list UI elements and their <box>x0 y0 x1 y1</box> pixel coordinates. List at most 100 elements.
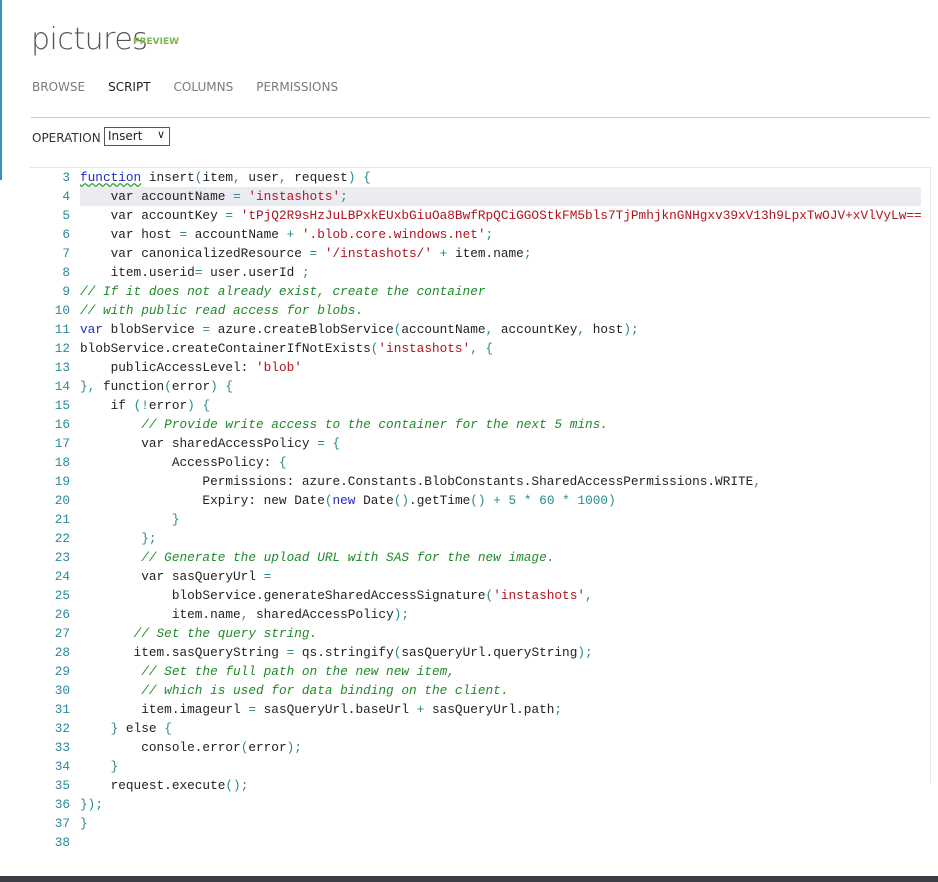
line-number: 16 <box>54 417 70 432</box>
code-text: var accountName = 'instashots'; <box>80 187 921 206</box>
code-text: var sharedAccessPolicy = { <box>80 436 341 451</box>
left-accent-bar <box>0 0 2 180</box>
code-text: // Set the full path on the new new item… <box>141 664 455 679</box>
code-text: } else { <box>110 721 172 736</box>
code-line[interactable]: 21 } <box>30 510 930 529</box>
tab-browse[interactable]: BROWSE <box>32 80 85 94</box>
code-line[interactable]: 12 blobService.createContainerIfNotExists… <box>30 339 930 358</box>
code-text: // Generate the upload URL with SAS for … <box>141 550 555 565</box>
code-line[interactable]: 19 Permissions: azure.Constants.BlobCons… <box>30 472 930 491</box>
code-line[interactable]: 34 } <box>30 757 930 776</box>
line-number: 21 <box>54 512 70 527</box>
code-line[interactable]: 33 console.error(error); <box>30 738 930 757</box>
code-text: item.name, sharedAccessPolicy); <box>80 607 410 622</box>
code-line[interactable]: 20 Expiry: new Date(new Date().getTime()… <box>30 491 930 510</box>
code-text: // If it does not already exist, create … <box>80 284 486 299</box>
line-number: 6 <box>62 227 70 242</box>
code-line[interactable]: 11 var blobService = azure.createBlobServ… <box>30 320 930 339</box>
code-text: item.sasQueryString = qs.stringify(sasQu… <box>80 645 593 660</box>
code-line[interactable]: 5 var accountKey = 'tPjQ2R9sHzJuLBPxkEUx… <box>30 206 930 225</box>
operation-label: OPERATION <box>32 131 101 145</box>
code-line[interactable]: 6 var host = accountName + '.blob.core.w… <box>30 225 930 244</box>
code-text: blobService.createContainerIfNotExists('… <box>80 341 494 356</box>
code-line[interactable]: 32 } else { <box>30 719 930 738</box>
code-line[interactable]: 36}); <box>30 795 930 814</box>
line-number: 31 <box>54 702 70 717</box>
code-line[interactable]: 37} <box>30 814 930 833</box>
preview-badge: PREVIEW <box>133 37 180 47</box>
code-line[interactable]: 7 var canonicalizedResource = '/instasho… <box>30 244 930 263</box>
operation-selected-value: Insert <box>108 129 143 143</box>
code-line[interactable]: 8 item.userid= user.userId ; <box>30 263 930 282</box>
code-text: request.execute(); <box>80 778 249 793</box>
code-line[interactable]: 31 item.imageurl = sasQueryUrl.baseUrl +… <box>30 700 930 719</box>
code-line[interactable]: 38 <box>30 833 930 852</box>
line-number: 13 <box>54 360 70 375</box>
line-number: 9 <box>62 284 70 299</box>
code-text: var blobService = azure.createBlobServic… <box>80 322 639 337</box>
code-line[interactable]: 35 request.execute(); <box>30 776 930 795</box>
line-number: 27 <box>54 626 70 641</box>
code-text: AccessPolicy: { <box>80 455 287 470</box>
tab-script[interactable]: SCRIPT <box>108 80 150 94</box>
code-text: var host = accountName + '.blob.core.win… <box>80 227 494 242</box>
code-line[interactable]: 3 function insert(item, user, request) { <box>30 168 930 187</box>
code-line[interactable]: 29 // Set the full path on the new new i… <box>30 662 930 681</box>
code-text: // Provide write access to the container… <box>141 417 608 432</box>
code-line[interactable]: 26 item.name, sharedAccessPolicy); <box>30 605 930 624</box>
code-text: }, function(error) { <box>80 379 234 394</box>
code-text: item.imageurl = sasQueryUrl.baseUrl + sa… <box>80 702 563 717</box>
header-divider <box>31 117 930 118</box>
code-line[interactable]: 25 blobService.generateSharedAccessSigna… <box>30 586 930 605</box>
code-text: item.userid= user.userId ; <box>80 265 310 280</box>
chevron-down-icon: ∨ <box>156 128 165 141</box>
code-text: // with public read access for blobs. <box>80 303 364 318</box>
code-line[interactable]: 15 if (!error) { <box>30 396 930 415</box>
code-line[interactable]: 30 // which is used for data binding on … <box>30 681 930 700</box>
code-line[interactable]: 9 // If it does not already exist, create… <box>30 282 930 301</box>
line-number: 5 <box>62 208 70 223</box>
code-text: function insert(item, user, request) { <box>80 170 371 185</box>
code-line[interactable]: 24 var sasQueryUrl = <box>30 567 930 586</box>
code-line[interactable]: 13 publicAccessLevel: 'blob' <box>30 358 930 377</box>
code-line[interactable]: 17 var sharedAccessPolicy = { <box>30 434 930 453</box>
code-line[interactable]: 22 }; <box>30 529 930 548</box>
code-line[interactable]: 18 AccessPolicy: { <box>30 453 930 472</box>
code-text: } <box>110 759 119 774</box>
line-number: 34 <box>54 759 70 774</box>
line-number: 7 <box>62 246 70 261</box>
code-line[interactable]: 27 // Set the query string. <box>30 624 930 643</box>
code-line[interactable]: 23 // Generate the upload URL with SAS f… <box>30 548 930 567</box>
line-number: 18 <box>54 455 70 470</box>
code-line[interactable]: 4 var accountName = 'instashots'; <box>30 187 930 206</box>
line-number: 17 <box>54 436 70 451</box>
line-number: 12 <box>54 341 70 356</box>
line-number: 25 <box>54 588 70 603</box>
code-line[interactable]: 28 item.sasQueryString = qs.stringify(sa… <box>30 643 930 662</box>
code-text: // which is used for data binding on the… <box>141 683 509 698</box>
line-number: 14 <box>54 379 70 394</box>
line-number: 19 <box>54 474 70 489</box>
code-line[interactable]: 10 // with public read access for blobs. <box>30 301 930 320</box>
code-text: if (!error) { <box>80 398 211 413</box>
page-title: pictures <box>31 22 148 57</box>
code-text: console.error(error); <box>80 740 302 755</box>
line-number: 28 <box>54 645 70 660</box>
tab-permissions[interactable]: PERMISSIONS <box>256 80 338 94</box>
line-number: 37 <box>54 816 70 831</box>
line-number: 20 <box>54 493 70 508</box>
tab-columns[interactable]: COLUMNS <box>174 80 234 94</box>
code-text: }); <box>80 797 103 812</box>
line-number: 30 <box>54 683 70 698</box>
code-text: blobService.generateSharedAccessSignatur… <box>80 588 593 603</box>
line-number: 11 <box>54 322 70 337</box>
line-number: 15 <box>54 398 70 413</box>
code-line[interactable]: 16 // Provide write access to the contai… <box>30 415 930 434</box>
code-editor[interactable]: 3 function insert(item, user, request) {4… <box>30 167 931 850</box>
bottom-bar <box>0 876 938 882</box>
code-line[interactable]: 14 }, function(error) { <box>30 377 930 396</box>
operation-select[interactable]: Insert ∨ <box>104 127 170 146</box>
line-number: 4 <box>62 189 70 204</box>
line-number: 35 <box>54 778 70 793</box>
line-number: 26 <box>54 607 70 622</box>
